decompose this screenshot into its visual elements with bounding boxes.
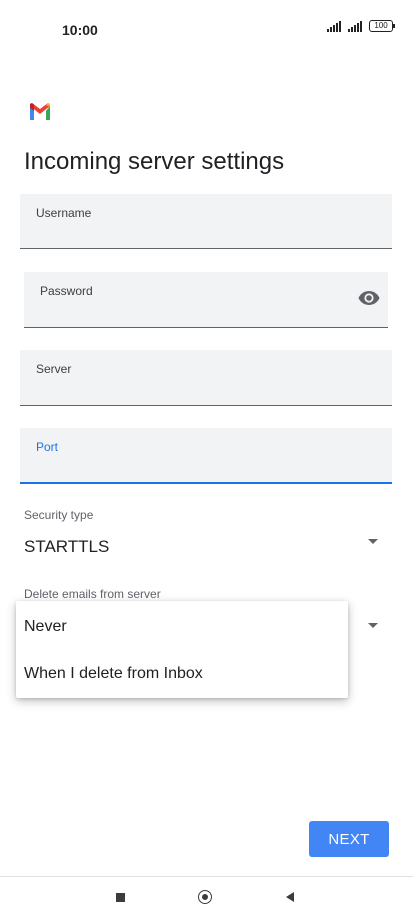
page-title: Incoming server settings [24,148,285,175]
menu-item-when-deleted-from-inbox[interactable]: When I delete from Inbox [24,665,203,683]
delete-emails-label: Delete emails from server [24,587,161,601]
back-icon[interactable] [286,892,294,902]
security-type-label: Security type [24,508,94,522]
security-type-select[interactable]: STARTTLS [24,537,109,557]
password-label: Password [40,284,93,298]
chevron-down-icon[interactable] [368,623,378,628]
status-time: 10:00 [62,22,98,38]
next-button[interactable]: NEXT [309,821,389,857]
signal-icon [327,20,341,32]
port-label: Port [36,440,59,454]
menu-item-never[interactable]: Never [24,618,67,636]
chevron-down-icon[interactable] [368,539,378,544]
delete-emails-menu: Never When I delete from Inbox [16,601,348,698]
navigation-bar [0,876,413,920]
home-icon[interactable] [198,890,212,904]
show-password-icon[interactable] [358,290,380,306]
battery-icon: 100 [369,20,395,32]
recent-apps-icon[interactable] [116,893,125,902]
server-label: Server [36,362,72,376]
username-field[interactable]: Username [20,194,392,249]
server-field[interactable]: Server [20,350,392,406]
port-field[interactable]: Port [20,428,392,484]
password-field[interactable]: Password [24,272,388,328]
signal-icon [348,20,362,32]
gmail-logo-icon [30,103,50,120]
username-label: Username [36,206,92,220]
status-icons: 100 [327,20,395,32]
